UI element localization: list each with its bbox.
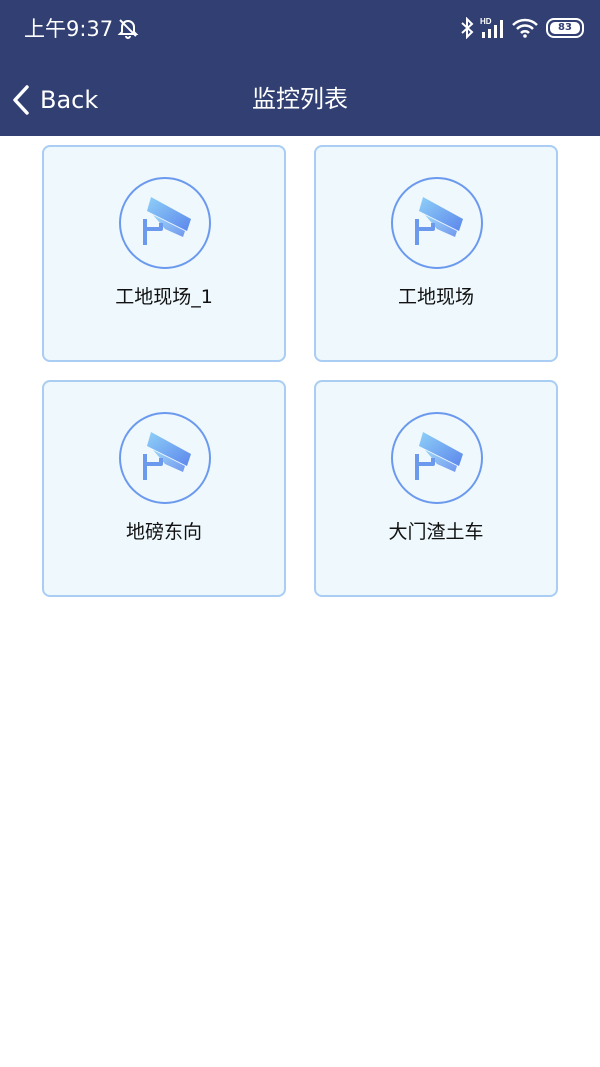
monitor-label: 工地现场 <box>397 286 474 308</box>
status-time: 上午9:37 <box>24 17 114 41</box>
monitor-grid: 工地现场_1 工地现场 地磅东向 大门渣土车 <box>42 145 558 597</box>
camera-icon <box>391 412 483 504</box>
monitor-card[interactable]: 工地现场_1 <box>42 145 286 362</box>
monitor-label: 地磅东向 <box>125 521 202 543</box>
camera-icon <box>391 177 483 269</box>
battery-level: 83 <box>550 22 580 34</box>
monitor-label: 大门渣土车 <box>388 521 484 543</box>
page-title: 监控列表 <box>252 85 348 113</box>
monitor-card[interactable]: 工地现场 <box>314 145 558 362</box>
battery-icon: 83 <box>546 18 584 38</box>
svg-text:HD: HD <box>480 17 492 26</box>
header: 上午9:37 HD 83 Back 监控列表 <box>0 0 600 136</box>
monitor-label: 工地现场_1 <box>115 286 213 308</box>
camera-icon <box>119 412 211 504</box>
navigation-bar: Back 监控列表 <box>0 60 600 136</box>
bluetooth-icon <box>461 17 474 39</box>
alarm-off-icon <box>117 19 139 39</box>
monitor-card[interactable]: 大门渣土车 <box>314 380 558 597</box>
wifi-icon <box>512 18 538 38</box>
status-bar: 上午9:37 HD 83 <box>0 0 600 58</box>
hd-signal-icon: HD <box>480 17 503 38</box>
monitor-card[interactable]: 地磅东向 <box>42 380 286 597</box>
camera-icon <box>119 177 211 269</box>
